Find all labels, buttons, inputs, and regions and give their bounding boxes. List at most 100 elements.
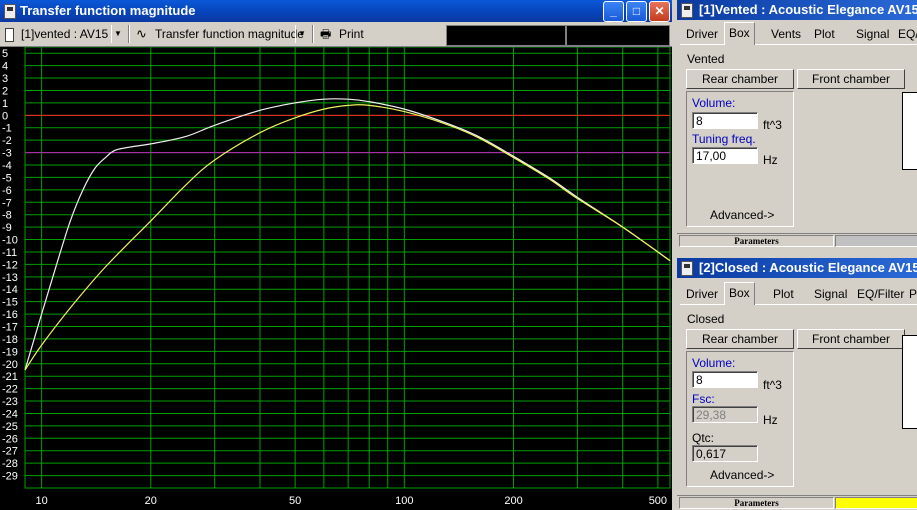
y-tick-label: -4 [2, 160, 12, 172]
vented-status-bar: Parameters [677, 233, 917, 247]
parameters-status: Parameters [679, 235, 834, 247]
y-tick-label: -28 [2, 458, 18, 470]
panel-icon [681, 3, 693, 18]
progress-cell [835, 497, 917, 509]
y-tick-label: -15 [2, 297, 18, 309]
close-button[interactable]: ✕ [649, 1, 670, 22]
y-tick-label: -27 [2, 446, 18, 458]
print-button[interactable]: Print [339, 25, 364, 43]
volume-input[interactable]: 8 [692, 371, 758, 388]
tab-eq[interactable]: EQ/ [894, 24, 917, 44]
y-tick-label: -20 [2, 359, 18, 371]
y-tick-label: -22 [2, 384, 18, 396]
y-tick-label: -1 [2, 123, 12, 135]
fsc-label: Fsc: [692, 392, 715, 406]
fsc-input: 29,38 [692, 406, 758, 423]
rear-chamber-button[interactable]: Rear chamber [686, 329, 794, 349]
tuning-label: Tuning freq. [692, 132, 756, 146]
y-tick-label: 0 [2, 110, 8, 122]
plot-select-dropdown[interactable]: ▼ [295, 25, 308, 43]
y-tick-label: -3 [2, 148, 12, 160]
advanced-link[interactable]: Advanced-> [710, 208, 774, 222]
toolbar-separator [312, 25, 314, 43]
tab-box[interactable]: Box [724, 22, 755, 45]
driver-select-dropdown[interactable]: ▼ [111, 25, 124, 43]
tab-signal[interactable]: Signal [810, 284, 851, 304]
vented-panel: [1]Vented : Acoustic Elegance AV15 Drive… [677, 0, 917, 250]
readout-box-1 [446, 25, 566, 46]
x-tick-label: 100 [395, 495, 413, 507]
y-tick-label: -11 [2, 247, 17, 259]
closed-panel: [2]Closed : Acoustic Elegance AV15 Drive… [677, 258, 917, 510]
closed-status-bar: Parameters [677, 495, 917, 509]
fsc-unit: Hz [763, 413, 778, 427]
box-diagram [902, 92, 917, 170]
y-tick-label: -5 [2, 172, 12, 184]
tab-eq-filter[interactable]: EQ/Filter [853, 284, 908, 304]
tab-plot[interactable]: Plot [810, 24, 839, 44]
x-tick-label: 50 [289, 495, 301, 507]
main-title-bar[interactable]: Transfer function magnitude _ □ ✕ [0, 0, 672, 22]
tab-box[interactable]: Box [724, 282, 755, 305]
series-line-2 [24, 104, 671, 371]
y-tick-label: 5 [2, 48, 8, 60]
y-tick-label: -26 [2, 433, 18, 445]
x-tick-label: 200 [504, 495, 522, 507]
y-tick-label: -13 [2, 272, 18, 284]
y-tick-label: -10 [2, 235, 18, 247]
front-chamber-button[interactable]: Front chamber [797, 329, 905, 349]
y-tick-label: 4 [2, 61, 8, 73]
maximize-button[interactable]: □ [626, 1, 647, 22]
y-tick-label: -24 [2, 408, 18, 420]
vented-panel-title-bar[interactable]: [1]Vented : Acoustic Elegance AV15 [677, 0, 917, 20]
plot-select[interactable]: Transfer function magnitude [155, 25, 304, 43]
transfer-function-chart[interactable]: 5 4 3 2 1 0 -1 -2 -3 -4 -5 -6 -7 -8 -9 -10 -11 -12 -13 -14-… [0, 47, 672, 510]
y-tick-label: -6 [2, 185, 12, 197]
toolbar-separator [128, 25, 130, 43]
volume-label: Volume: [692, 96, 736, 110]
tab-vents[interactable]: Vents [767, 24, 805, 44]
chart-svg: 543210-1-2-3-4-5-6-7-8-9-10-11-12-13-14-… [2, 47, 671, 507]
window-icon [4, 4, 16, 19]
y-tick-label: -21 [2, 371, 18, 383]
tab-driver[interactable]: Driver [682, 24, 722, 44]
qtc-value: 0,617 [692, 445, 758, 462]
y-tick-label: -19 [2, 346, 18, 358]
volume-unit: ft^3 [763, 118, 782, 132]
y-tick-label: -25 [2, 421, 18, 433]
readout-box-2 [566, 25, 670, 46]
tab-signal[interactable]: Signal [852, 24, 893, 44]
y-tick-label: -8 [2, 210, 12, 222]
closed-panel-title: [2]Closed : Acoustic Elegance AV15 [699, 260, 917, 275]
panel-icon [681, 261, 693, 276]
tuning-input[interactable]: 17,00 [692, 147, 758, 164]
tuning-unit: Hz [763, 153, 778, 167]
y-tick-label: 1 [2, 98, 8, 110]
volume-input[interactable]: 8 [692, 112, 758, 129]
y-tick-label: -12 [2, 259, 18, 271]
main-window: Transfer function magnitude _ □ ✕ [1]ven… [0, 0, 672, 510]
y-tick-label: -23 [2, 396, 18, 408]
driver-select[interactable]: [1]vented : AV15 [21, 25, 108, 43]
parameters-status: Parameters [679, 497, 834, 509]
plot-frame [24, 47, 671, 489]
x-tick-label: 10 [35, 495, 47, 507]
tab-plot[interactable]: Plot [769, 284, 798, 304]
closed-panel-title-bar[interactable]: [2]Closed : Acoustic Elegance AV15 [677, 258, 917, 278]
tab-pr[interactable]: Pr [905, 284, 917, 304]
qtc-label: Qtc: [692, 431, 715, 445]
front-chamber-button[interactable]: Front chamber [797, 69, 905, 89]
volume-unit: ft^3 [763, 378, 782, 392]
x-tick-label: 20 [145, 495, 157, 507]
box-type-label: Vented [687, 52, 725, 66]
minimize-button[interactable]: _ [603, 1, 624, 22]
y-tick-label: -16 [2, 309, 18, 321]
tab-driver[interactable]: Driver [682, 284, 722, 304]
y-tick-label: -29 [2, 471, 18, 483]
vented-panel-title: [1]Vented : Acoustic Elegance AV15 [699, 2, 917, 17]
printer-icon: 🖶 [320, 27, 332, 41]
y-tick-label: -17 [2, 322, 18, 334]
y-tick-label: -9 [2, 222, 12, 234]
advanced-link[interactable]: Advanced-> [710, 468, 774, 482]
rear-chamber-button[interactable]: Rear chamber [686, 69, 794, 89]
